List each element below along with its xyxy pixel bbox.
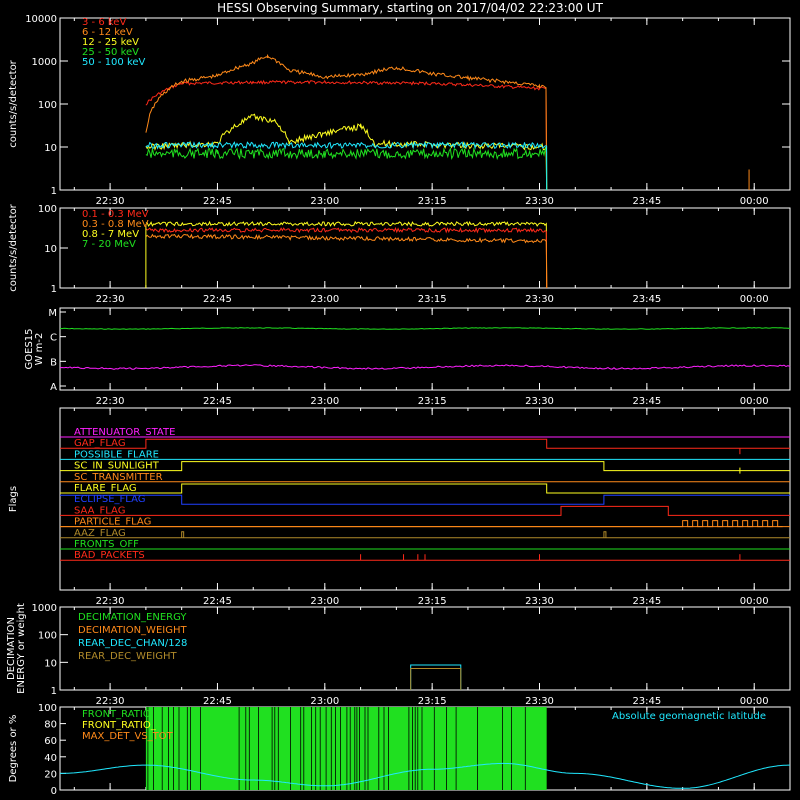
y-tick-label: 100 [38, 631, 57, 642]
time-tick-label: 23:15 [418, 696, 447, 707]
legend-entry: DECIMATION_WEIGHT [78, 625, 187, 636]
flag-label: ECLIPSE_FLAG [74, 494, 145, 505]
y-tick-label: 60 [44, 736, 57, 747]
time-tick-label: 00:00 [740, 396, 769, 407]
y-tick-label: C [50, 333, 57, 344]
y-tick-label: 1000 [32, 603, 57, 614]
legend-entry: REAR_DEC_WEIGHT [78, 651, 177, 662]
time-tick-label: 22:30 [96, 196, 125, 207]
time-tick-label: 00:00 [740, 596, 769, 607]
time-tick-label: 23:15 [418, 294, 447, 305]
flag-label: BAD_PACKETS [74, 550, 145, 561]
time-tick-label: 23:15 [418, 196, 447, 207]
figure-title: HESSI Observing Summary, starting on 201… [217, 1, 603, 15]
time-tick-label: 23:00 [310, 196, 339, 207]
time-tick-label: 23:45 [632, 696, 661, 707]
flag-label: FRONTS_OFF [74, 539, 139, 550]
time-tick-label: 23:30 [525, 294, 554, 305]
legend-entry: DECIMATION_ENERGY [78, 612, 187, 623]
time-tick-label: 00:00 [740, 196, 769, 207]
flag-label: SC_IN_SUNLIGHT [74, 461, 160, 472]
y-tick-label: 100 [38, 204, 57, 215]
time-tick-label: 22:30 [96, 396, 125, 407]
legend-entry: 7 - 20 MeV [82, 239, 136, 250]
y-tick-label: B [50, 357, 57, 368]
y-tick-label: 10 [44, 658, 57, 669]
front-ratio-fill [145, 707, 547, 790]
y-tick-label: 20 [44, 769, 57, 780]
y-tick-label: 80 [44, 720, 57, 731]
time-tick-label: 22:30 [96, 696, 125, 707]
legend-entry: MAX_DET_VS_TOT [82, 731, 174, 742]
time-tick-label: 00:00 [740, 294, 769, 305]
time-tick-label: 23:30 [525, 596, 554, 607]
time-tick-label: 22:45 [203, 196, 232, 207]
time-tick-label: 23:45 [632, 196, 661, 207]
y-tick-label: 10 [44, 244, 57, 255]
time-tick-label: 23:15 [418, 596, 447, 607]
time-tick-label: 23:45 [632, 294, 661, 305]
time-tick-label: 23:45 [632, 396, 661, 407]
flag-label: ATTENUATOR_STATE [74, 427, 175, 438]
time-tick-label: 23:30 [525, 396, 554, 407]
time-tick-label: 22:45 [203, 396, 232, 407]
flag-label: SAA_FLAG [74, 505, 125, 516]
geomag-annotation: Absolute geomagnetic latitude [612, 711, 766, 722]
y-tick-label: 1 [51, 284, 57, 295]
y-tick-label: 40 [44, 753, 57, 764]
time-tick-label: 23:15 [418, 396, 447, 407]
y-tick-label: 10 [44, 143, 57, 154]
y-tick-label: 0 [51, 786, 57, 797]
flags-axis-label: Flags [8, 486, 19, 512]
time-tick-label: 23:00 [310, 696, 339, 707]
y-tick-label: M [48, 308, 57, 319]
y-axis-label: Degrees or % [8, 715, 19, 783]
y-tick-label: 1000 [32, 57, 57, 68]
time-tick-label: 22:45 [203, 596, 232, 607]
time-tick-label: 23:00 [310, 396, 339, 407]
legend-entry: FRONT_RATIO_ [82, 720, 157, 731]
y-axis-label: counts/s/detector [8, 203, 19, 291]
goes-unit-label: W m-2 [34, 333, 45, 366]
y-tick-label: 100 [38, 703, 57, 714]
y-tick-label: 10000 [25, 14, 57, 25]
flag-label: SC_TRANSMITTER [74, 472, 163, 483]
time-tick-label: 00:00 [740, 696, 769, 707]
flag-label: PARTICLE_FLAG [74, 517, 151, 528]
time-tick-label: 22:45 [203, 696, 232, 707]
hessi-summary-figure: HESSI Observing Summary, starting on 201… [0, 0, 800, 800]
decimation-axis-label: ENERGY or weight [16, 603, 27, 694]
flag-label: FLARE_FLAG [74, 483, 137, 494]
flag-label: GAP_FLAG [74, 438, 126, 449]
flag-label: POSSIBLE_FLARE [74, 449, 159, 460]
flag-label: AAZ_FLAG [74, 528, 126, 539]
legend-entry: 50 - 100 keV [82, 57, 146, 68]
y-tick-label: A [50, 382, 57, 393]
time-tick-label: 23:00 [310, 596, 339, 607]
time-tick-label: 23:45 [632, 596, 661, 607]
time-tick-label: 22:45 [203, 294, 232, 305]
time-tick-label: 22:30 [96, 596, 125, 607]
time-tick-label: 22:30 [96, 294, 125, 305]
legend-entry: FRONT_RATIO [82, 709, 151, 720]
legend-entry: REAR_DEC_CHAN/128 [78, 638, 187, 649]
time-tick-label: 23:30 [525, 696, 554, 707]
time-tick-label: 23:00 [310, 294, 339, 305]
y-tick-label: 1 [51, 686, 57, 697]
y-axis-label: counts/s/detector [8, 59, 19, 147]
time-tick-label: 23:30 [525, 196, 554, 207]
y-tick-label: 100 [38, 100, 57, 111]
y-tick-label: 1 [51, 186, 57, 197]
